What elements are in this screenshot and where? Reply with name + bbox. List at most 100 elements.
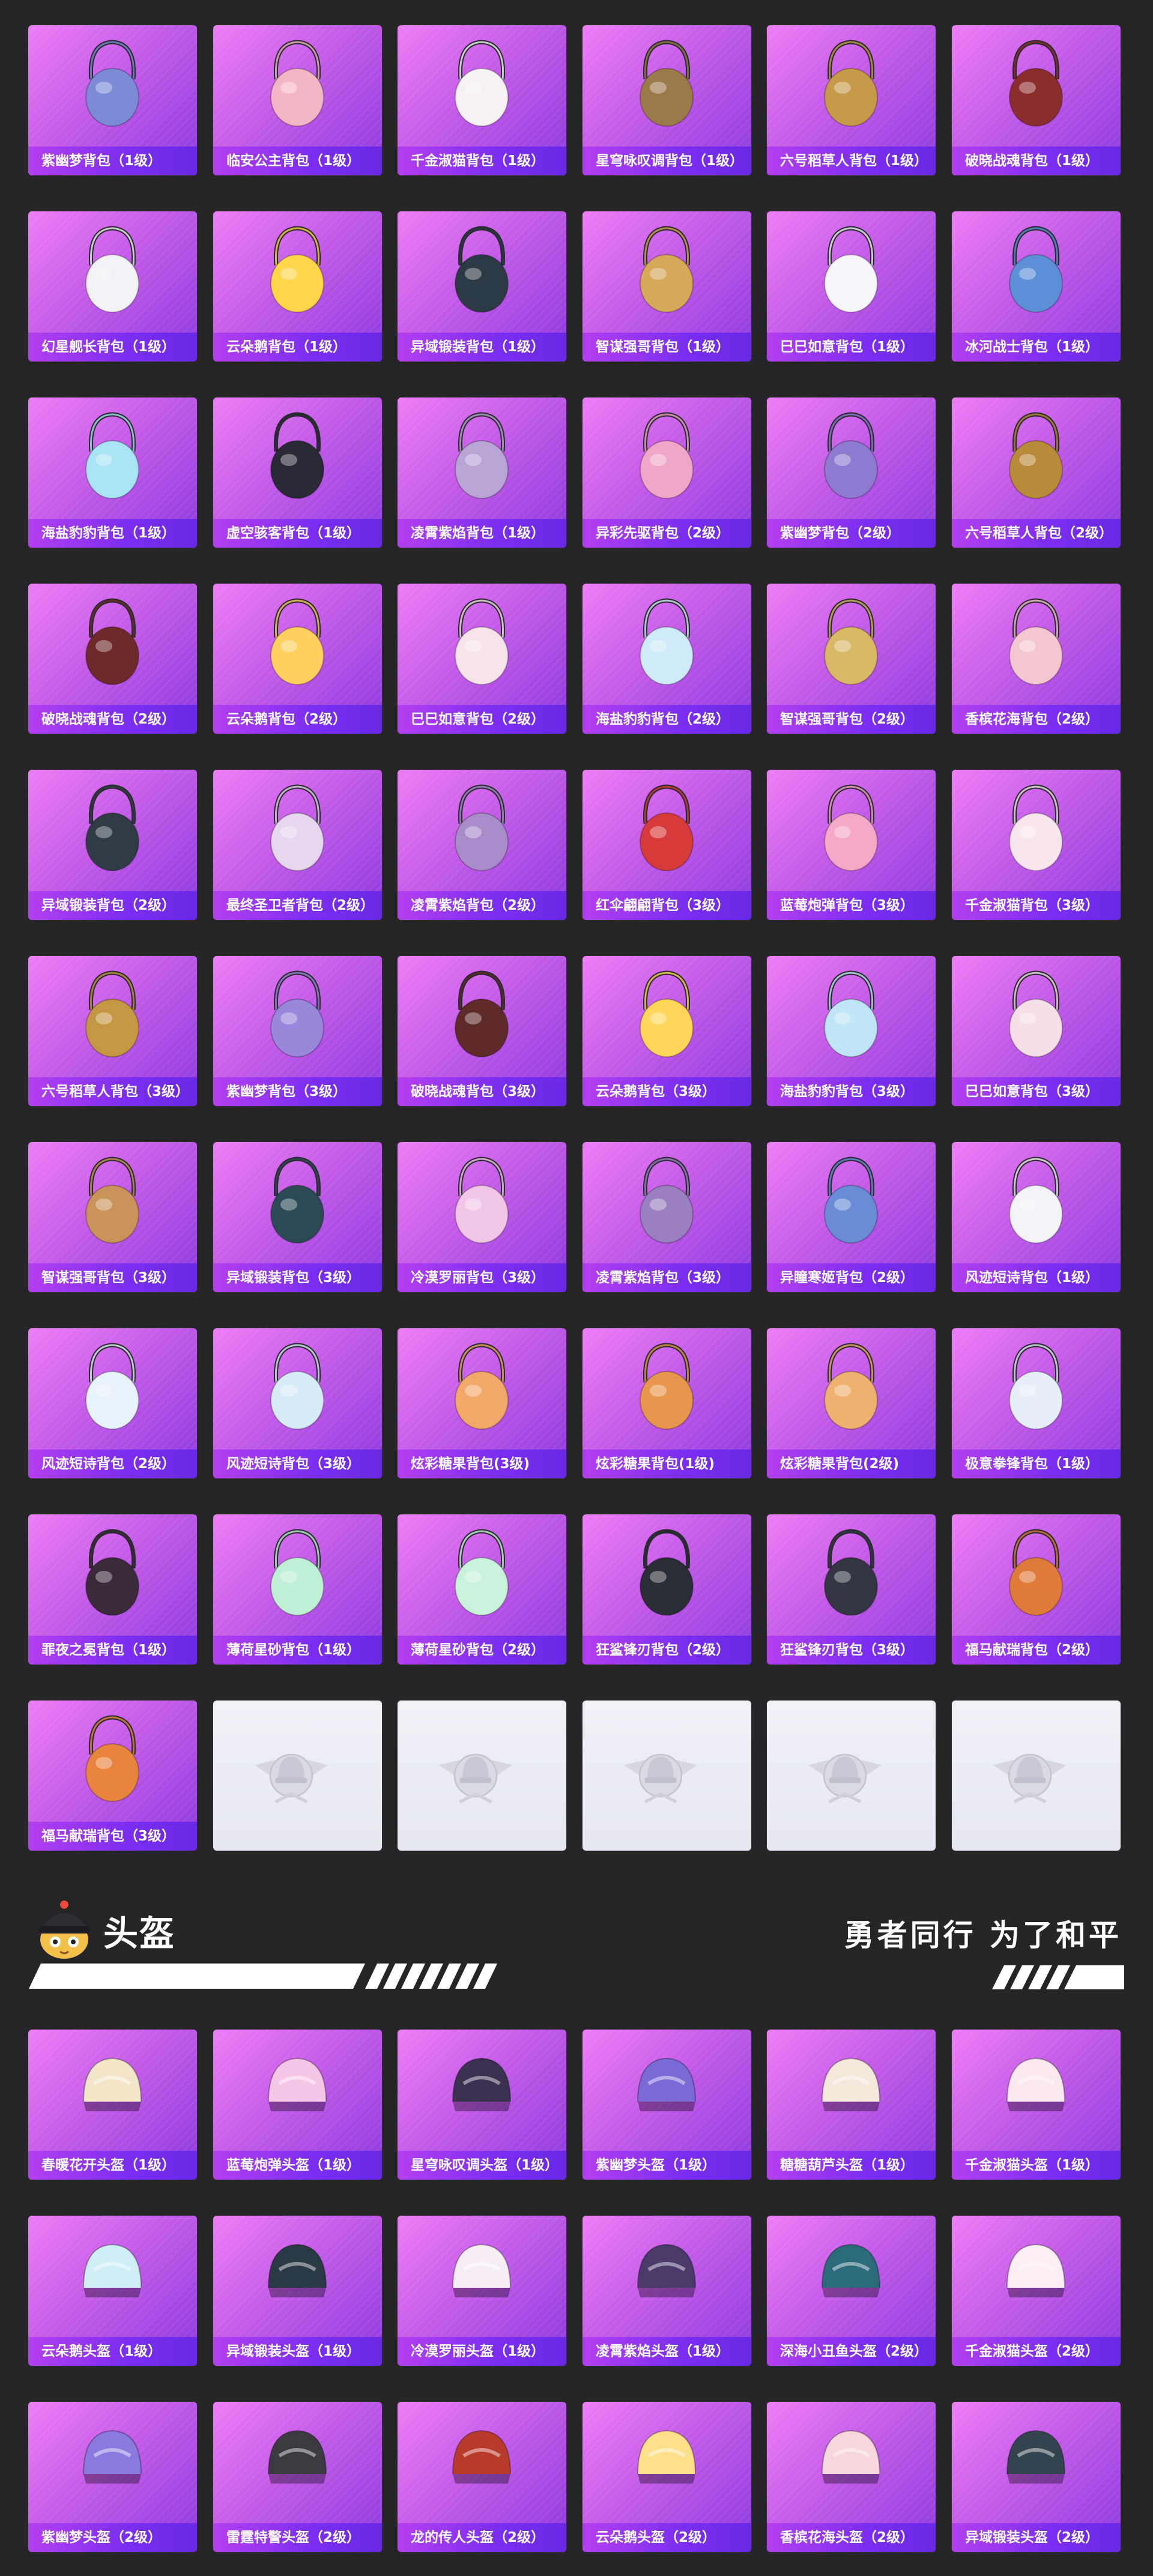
backpack-card[interactable]: 六号稻草人背包（1级） — [767, 25, 936, 175]
backpack-card[interactable]: 智谋强哥背包（1级） — [583, 211, 751, 361]
bunny-bag-icon — [809, 410, 893, 506]
backpack-card[interactable]: 罪夜之冕背包（1级） — [28, 1514, 197, 1664]
helmet-card[interactable]: 糖糖葫芦头盔（1级） — [767, 2030, 936, 2180]
empty-slot — [952, 1701, 1121, 1851]
backpack-card[interactable]: 异域锻装背包（3级） — [213, 1142, 382, 1292]
helmet-card[interactable]: 冷漠罗丽头盔（1级） — [398, 2216, 566, 2366]
helmet-card[interactable]: 千金淑猫头盔（1级） — [952, 2030, 1121, 2180]
backpack-card[interactable]: 狂鲨锋刃背包（2级） — [583, 1514, 751, 1664]
backpack-card[interactable]: 薄荷星砂背包（2级） — [398, 1514, 566, 1664]
backpack-name: 凌霄紫焰背包（2级） — [398, 891, 566, 920]
seal-bag-icon — [70, 410, 154, 506]
backpack-card[interactable]: 异域锻装背包（2级） — [28, 770, 197, 920]
donut-bag-icon — [440, 1340, 524, 1436]
helmet-card[interactable]: 紫幽梦头盔（1级） — [583, 2030, 751, 2180]
helmet-card[interactable]: 凌霄紫焰头盔（1级） — [583, 2216, 751, 2366]
helmet-card[interactable]: 蓝莓炮弹头盔（1级） — [213, 2030, 382, 2180]
backpack-card[interactable]: 巳巳如意背包（3级） — [952, 956, 1121, 1106]
backpack-card[interactable]: 破晓战魂背包（1级） — [952, 25, 1121, 175]
backpack-card[interactable]: 炫彩糖果背包(2级) — [767, 1328, 936, 1478]
backpack-card[interactable]: 六号稻草人背包（3级） — [28, 956, 197, 1106]
warrior-bag-icon — [994, 223, 1078, 319]
backpack-card[interactable]: 云朵鹅背包（1级） — [213, 211, 382, 361]
helmet-card[interactable]: 星穹咏叹调头盔（1级） — [398, 2030, 566, 2180]
backpack-card[interactable]: 破晓战魂背包（2级） — [28, 584, 197, 734]
backpack-card[interactable]: 临安公主背包（1级） — [213, 25, 382, 175]
backpack-card[interactable]: 智谋强哥背包（3级） — [28, 1142, 197, 1292]
backpack-card[interactable]: 巳巳如意背包（2级） — [398, 584, 566, 734]
bunny-bag-icon — [255, 968, 339, 1064]
helmet-card[interactable]: 春暖花开头盔（1级） — [28, 2030, 197, 2180]
backpack-card[interactable]: 星穹咏叹调背包（1级） — [583, 25, 751, 175]
bear-bag-icon — [809, 596, 893, 692]
cake-bag-icon — [809, 782, 893, 878]
helmet-card[interactable]: 深海小丑鱼头盔（2级） — [767, 2216, 936, 2366]
backpack-card[interactable]: 异域锻装背包（1级） — [398, 211, 566, 361]
empty-slot — [213, 1701, 382, 1851]
backpack-card[interactable]: 蓝莓炮弹背包（3级） — [767, 770, 936, 920]
backpack-name: 临安公主背包（1级） — [213, 147, 382, 175]
backpack-card[interactable]: 幻星舰长背包（1级） — [28, 211, 197, 361]
backpack-card[interactable]: 六号稻草人背包（2级） — [952, 398, 1121, 548]
helmet-card[interactable]: 云朵鹅头盔（2级） — [583, 2402, 751, 2552]
backpack-card[interactable]: 风迹短诗背包（3级） — [213, 1328, 382, 1478]
backpack-name: 香槟花海背包（2级） — [952, 705, 1121, 734]
backpack-card[interactable]: 千金淑猫背包（1级） — [398, 25, 566, 175]
backpack-card[interactable]: 巳巳如意背包（1级） — [767, 211, 936, 361]
cloud-bag-icon — [255, 596, 339, 692]
backpack-card[interactable]: 凌霄紫焰背包（2级） — [398, 770, 566, 920]
scarecrow-bag-icon — [70, 968, 154, 1064]
backpack-card[interactable]: 异瞳寒姬背包（2级） — [767, 1142, 936, 1292]
backpack-card[interactable]: 冷漠罗丽背包（3级） — [398, 1142, 566, 1292]
helmet-name: 紫幽梦头盔（2级） — [28, 2523, 197, 2552]
bear-bag-icon — [625, 223, 709, 319]
backpack-card[interactable]: 狂鲨锋刃背包（3级） — [767, 1514, 936, 1664]
helmet-card[interactable]: 异域锻装头盔（1级） — [213, 2216, 382, 2366]
backpack-card[interactable]: 福马献瑞背包（3级） — [28, 1701, 197, 1851]
emblem-placeholder-icon — [619, 1728, 703, 1824]
backpack-card[interactable]: 风迹短诗背包（2级） — [28, 1328, 197, 1478]
backpack-card[interactable]: 千金淑猫背包（3级） — [952, 770, 1121, 920]
backpack-card[interactable]: 风迹短诗背包（1级） — [952, 1142, 1121, 1292]
backpack-card[interactable]: 炫彩糖果背包(3级) — [398, 1328, 566, 1478]
backpack-card[interactable]: 红伞翩翩背包（3级） — [583, 770, 751, 920]
backpack-card[interactable]: 极意拳锋背包（1级） — [952, 1328, 1121, 1478]
helmet-card[interactable]: 雷霆特警头盔（2级） — [213, 2402, 382, 2552]
helmet-card[interactable]: 千金淑猫头盔（2级） — [952, 2216, 1121, 2366]
backpack-card[interactable]: 海盐豹豹背包（2级） — [583, 584, 751, 734]
helmet-card[interactable]: 龙的传人头盔（2级） — [398, 2402, 566, 2552]
cat-bag-icon — [440, 37, 524, 133]
helmet-card[interactable]: 异域锻装头盔（2级） — [952, 2402, 1121, 2552]
backpack-card[interactable]: 福马献瑞背包（2级） — [952, 1514, 1121, 1664]
pioneer-bag-icon — [625, 410, 709, 506]
helmet-card[interactable]: 云朵鹅头盔（1级） — [28, 2216, 197, 2366]
backpack-card[interactable]: 凌霄紫焰背包（1级） — [398, 398, 566, 548]
backpack-card[interactable]: 冰河战士背包（1级） — [952, 211, 1121, 361]
backpack-card[interactable]: 虚空骇客背包（1级） — [213, 398, 382, 548]
backpack-card[interactable]: 薄荷星砂背包（1级） — [213, 1514, 382, 1664]
tech-bag-icon — [70, 782, 154, 878]
backpack-card[interactable]: 海盐豹豹背包（1级） — [28, 398, 197, 548]
helmet-icon — [255, 2228, 339, 2324]
helmet-card[interactable]: 香槟花海头盔（2级） — [767, 2402, 936, 2552]
backpack-card[interactable]: 智谋强哥背包（2级） — [767, 584, 936, 734]
backpack-card[interactable]: 云朵鹅背包（3级） — [583, 956, 751, 1106]
helmet-icon — [255, 2414, 339, 2510]
backpack-card[interactable]: 紫幽梦背包（2级） — [767, 398, 936, 548]
backpack-card[interactable]: 炫彩糖果背包(1级) — [583, 1328, 751, 1478]
helmet-mascot-icon — [38, 1900, 90, 1959]
backpack-card[interactable]: 异彩先驱背包（2级） — [583, 398, 751, 548]
backpack-card[interactable]: 紫幽梦背包（3级） — [213, 956, 382, 1106]
backpack-card[interactable]: 最终圣卫者背包（2级） — [213, 770, 382, 920]
backpack-card[interactable]: 云朵鹅背包（2级） — [213, 584, 382, 734]
helmet-name: 紫幽梦头盔（1级） — [583, 2151, 751, 2180]
backpack-card[interactable]: 香槟花海背包（2级） — [952, 584, 1121, 734]
helmet-name: 云朵鹅头盔（2级） — [583, 2523, 751, 2552]
backpack-card[interactable]: 凌霄紫焰背包（3级） — [583, 1142, 751, 1292]
helmet-icon — [625, 2414, 709, 2510]
backpack-card[interactable]: 紫幽梦背包（1级） — [28, 25, 197, 175]
helmet-name: 凌霄紫焰头盔（1级） — [583, 2337, 751, 2366]
helmet-card[interactable]: 紫幽梦头盔（2级） — [28, 2402, 197, 2552]
backpack-card[interactable]: 海盐豹豹背包（3级） — [767, 956, 936, 1106]
backpack-card[interactable]: 破晓战魂背包（3级） — [398, 956, 566, 1106]
